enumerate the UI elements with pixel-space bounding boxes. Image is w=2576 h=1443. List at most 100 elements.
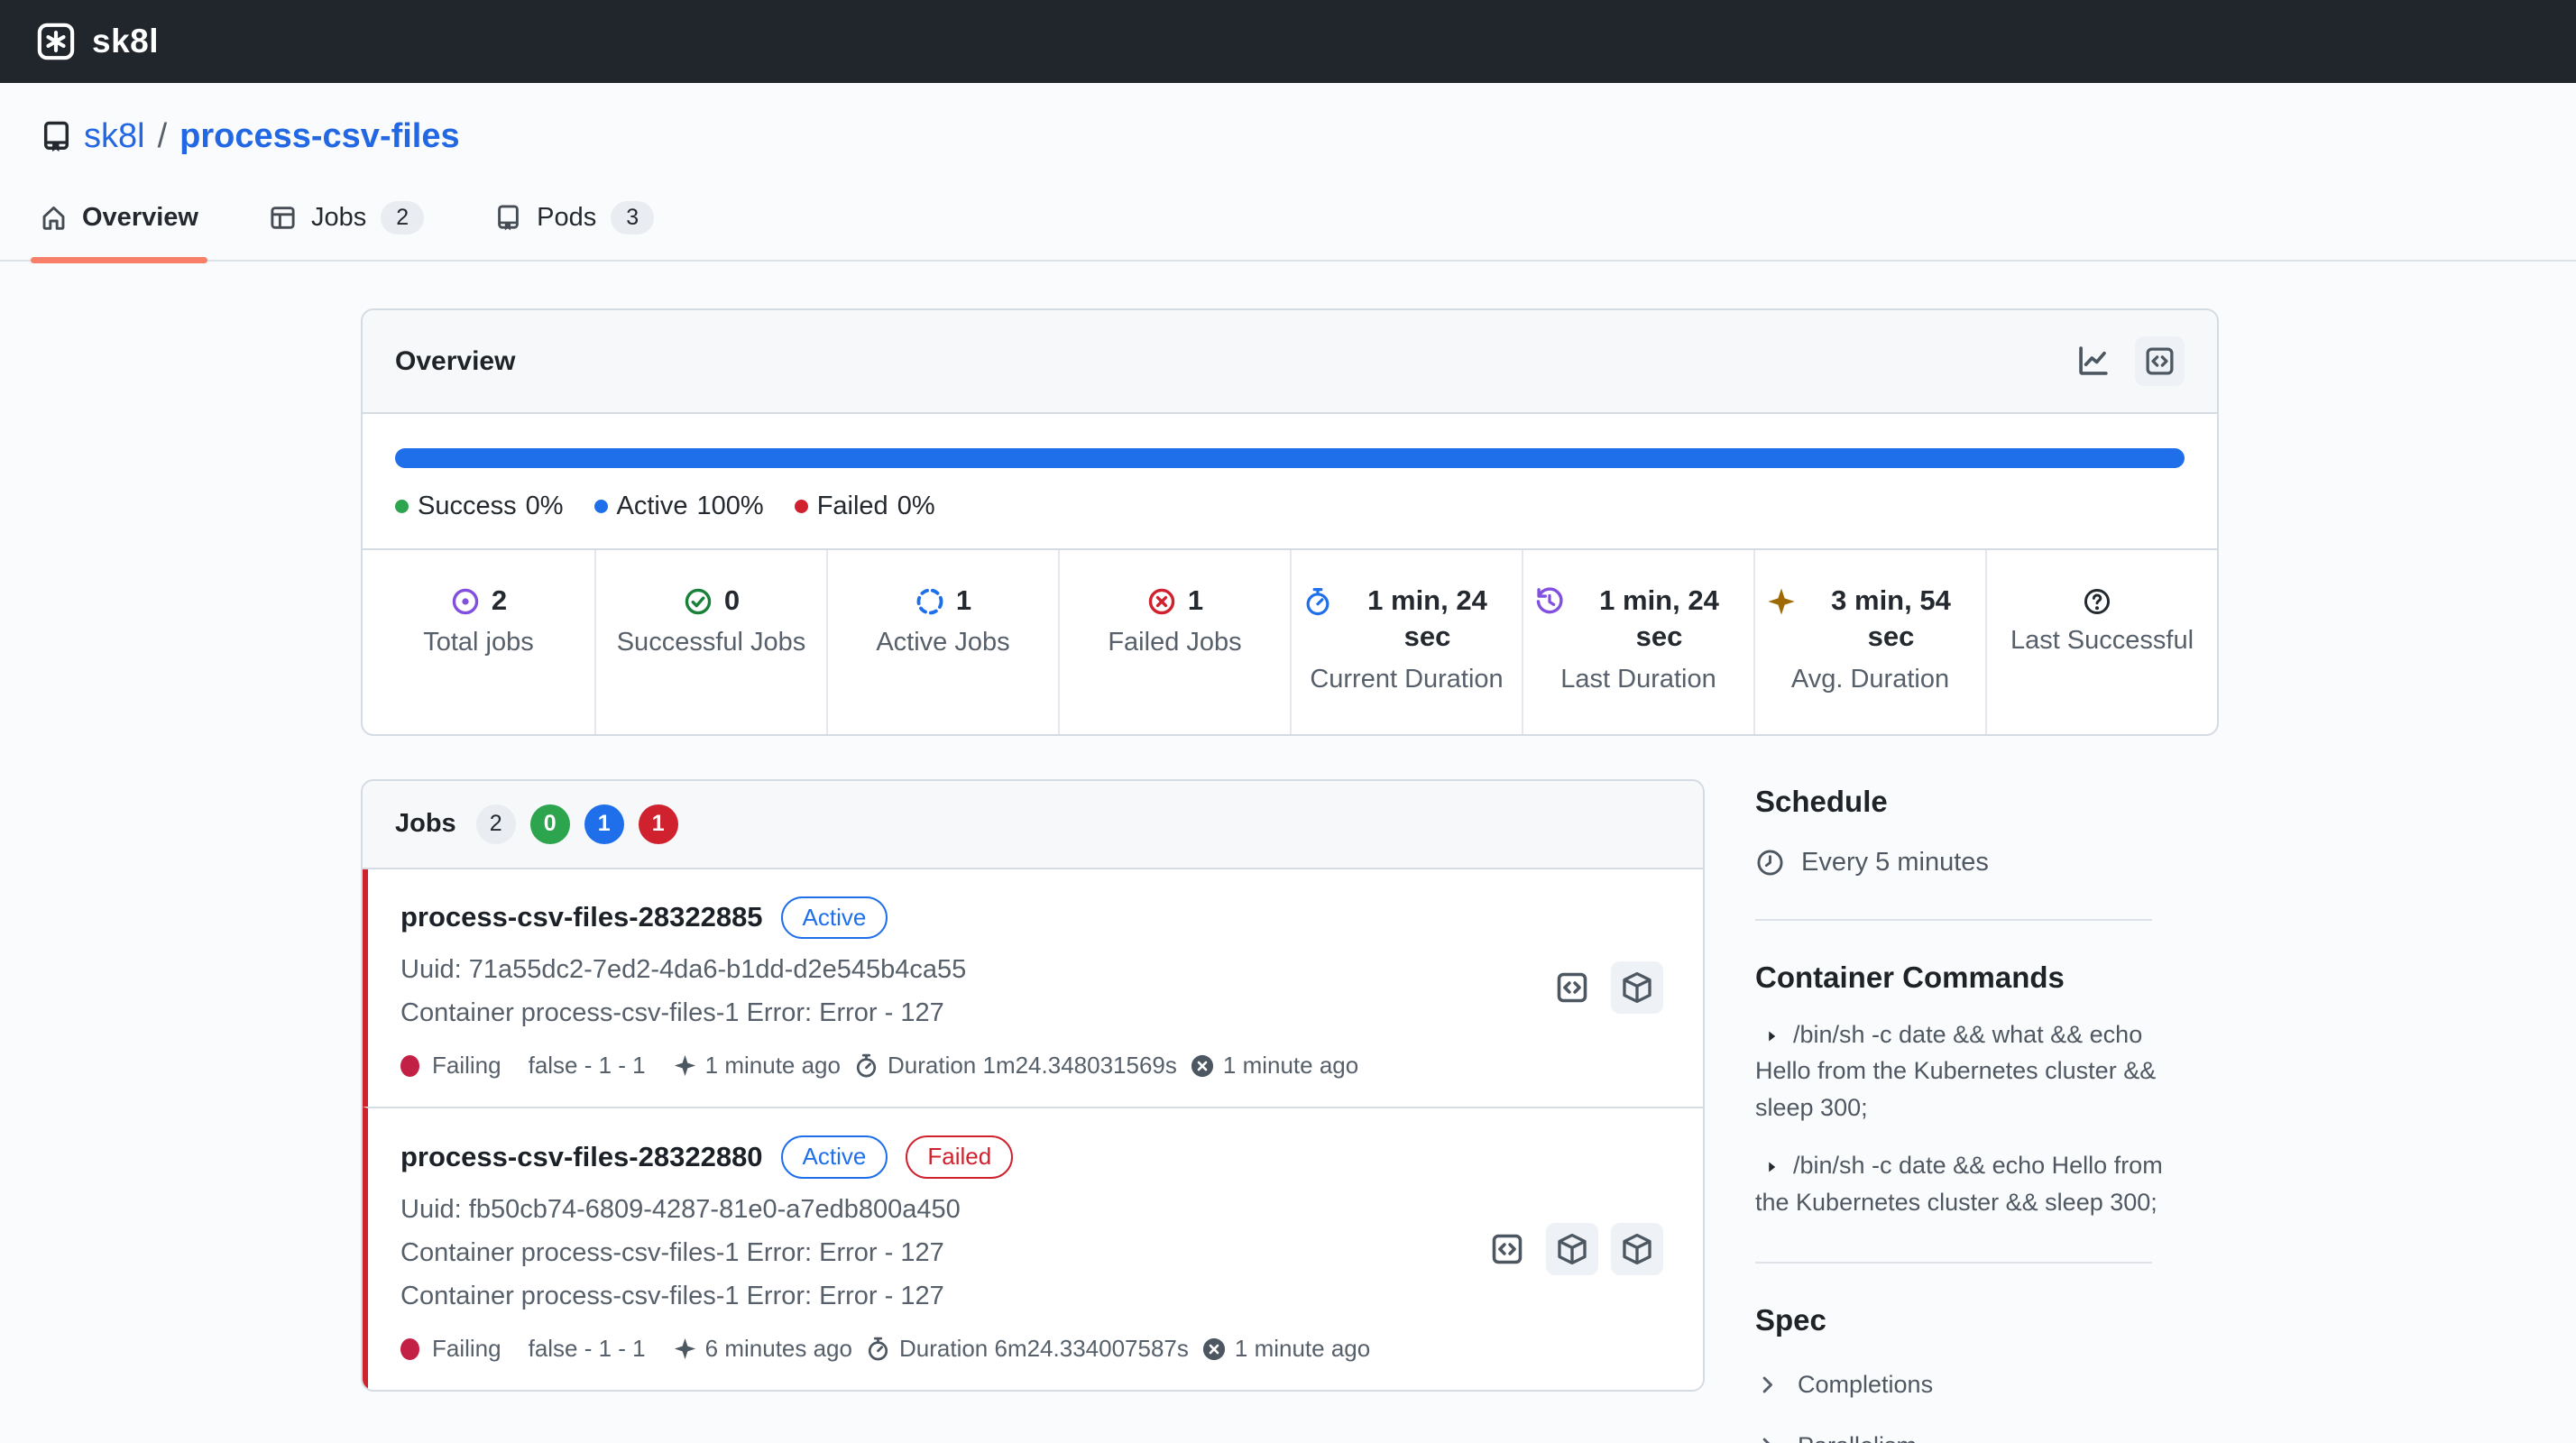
container-icon <box>1620 1232 1654 1266</box>
schedule-value-row: Every 5 minutes <box>1755 848 2219 878</box>
repo-icon <box>40 120 73 153</box>
sparkle-icon <box>673 1337 697 1361</box>
job-status-row: Failing false - 1 - 1 1 minute ago Durat… <box>400 1052 1504 1080</box>
container-command[interactable]: /bin/sh -c date && what && echo Hello fr… <box>1755 1016 2170 1126</box>
container-command-text: /bin/sh -c date && what && echo Hello fr… <box>1755 1021 2156 1121</box>
stat-active-jobs: 1 Active Jobs <box>826 550 1058 734</box>
legend-failed-label: Failed <box>817 492 888 521</box>
job-status-row: Failing false - 1 - 1 6 minutes ago Dura… <box>400 1335 1504 1363</box>
spec-heading: Spec <box>1755 1303 2219 1337</box>
spec-item-parallelism[interactable]: Parallelism <box>1755 1432 2219 1443</box>
job-container-button[interactable] <box>1611 1223 1663 1275</box>
overview-card-title: Overview <box>395 346 515 377</box>
job-container-button[interactable] <box>1611 961 1663 1014</box>
success-dot-icon <box>395 500 409 513</box>
job-failed-time: 1 minute ago <box>1201 1335 1370 1363</box>
job-status-text: Failing <box>432 1052 501 1080</box>
job-container-button[interactable] <box>1546 1223 1598 1275</box>
sparkle-icon <box>1766 583 1797 617</box>
stat-failed-jobs-label: Failed Jobs <box>1071 628 1279 657</box>
table-icon <box>269 204 297 232</box>
main-content: Overview Success 0% <box>361 308 2219 1443</box>
stat-avg-duration-value: 3 min, 54 sec <box>1808 583 1974 656</box>
stopwatch-icon <box>853 1052 879 1079</box>
x-circle-fill-icon <box>1201 1337 1227 1362</box>
overview-card-header: Overview <box>363 310 2217 414</box>
job-name[interactable]: process-csv-files-28322885 <box>400 901 763 933</box>
stat-failed-jobs-value: 1 <box>1188 583 1203 619</box>
container-command[interactable]: /bin/sh -c date && echo Hello from the K… <box>1755 1147 2170 1220</box>
job-status-badge-active: Active <box>781 1135 888 1179</box>
spec-item-label: Parallelism <box>1798 1432 1917 1443</box>
stat-last-successful-label: Last Successful <box>1998 626 2206 656</box>
legend-active: Active 100% <box>594 492 764 521</box>
schedule-value: Every 5 minutes <box>1801 848 1989 878</box>
job-started-ago: 6 minutes ago <box>705 1335 852 1363</box>
job-actions <box>1481 1223 1663 1275</box>
jobs-failed-badge: 1 <box>639 804 678 844</box>
sidebar-divider <box>1755 919 2152 921</box>
code-square-icon <box>1490 1232 1524 1266</box>
container-command-text: /bin/sh -c date && echo Hello from the K… <box>1755 1152 2163 1216</box>
jobs-total-badge: 2 <box>476 804 516 844</box>
job-status-text: Failing <box>432 1335 501 1363</box>
top-navbar: sk8l <box>0 0 2576 83</box>
job-container-error: Container process-csv-files-1 Error: Err… <box>400 998 1504 1028</box>
jobs-card-title: Jobs <box>395 809 456 839</box>
tab-pods-label: Pods <box>537 203 596 233</box>
job-actions <box>1546 961 1663 1014</box>
tab-bar: Overview Jobs 2 Pods 3 <box>0 198 2576 262</box>
stat-avg-duration: 3 min, 54 sec Avg. Duration <box>1753 550 1985 734</box>
breadcrumb-namespace-link[interactable]: sk8l <box>84 117 145 156</box>
brand-name[interactable]: sk8l <box>92 23 159 60</box>
job-status-badge-active: Active <box>781 896 888 940</box>
job-container-error: Container process-csv-files-1 Error: Err… <box>400 1238 1504 1268</box>
legend-active-label: Active <box>617 492 688 521</box>
code-square-icon <box>2144 345 2176 377</box>
stat-successful-jobs: 0 Successful Jobs <box>594 550 826 734</box>
job-list-item[interactable]: process-csv-files-28322880 Active Failed… <box>363 1107 1703 1390</box>
stat-last-successful: Last Successful <box>1985 550 2217 734</box>
overview-stats-row: 2 Total jobs 0 Successful Jobs 1 Active … <box>363 548 2217 734</box>
stat-avg-duration-label: Avg. Duration <box>1766 665 1974 694</box>
job-duration-value: Duration 6m24.334007587s <box>899 1335 1189 1363</box>
stat-active-jobs-value: 1 <box>956 583 971 619</box>
circle-dot-icon <box>450 583 481 617</box>
container-icon <box>1555 1232 1589 1266</box>
job-started: 6 minutes ago <box>673 1335 852 1363</box>
failing-dot-icon <box>400 1055 419 1077</box>
jobs-success-badge: 0 <box>530 804 570 844</box>
tab-jobs[interactable]: Jobs 2 <box>265 198 428 260</box>
job-duration: Duration 6m24.334007587s <box>865 1335 1189 1363</box>
job-list-item[interactable]: process-csv-files-28322885 Active Uuid: … <box>363 869 1703 1108</box>
tab-overview[interactable]: Overview <box>36 198 202 260</box>
legend-failed-value: 0% <box>897 492 935 521</box>
job-name[interactable]: process-csv-files-28322880 <box>400 1141 763 1173</box>
tab-jobs-label: Jobs <box>311 203 366 233</box>
graph-view-button[interactable] <box>2067 335 2119 387</box>
job-yaml-button[interactable] <box>1481 1223 1533 1275</box>
job-status-badge-failed: Failed <box>906 1135 1013 1179</box>
job-yaml-button[interactable] <box>1546 961 1598 1014</box>
spec-item-completions[interactable]: Completions <box>1755 1371 2219 1399</box>
yaml-view-button[interactable] <box>2135 336 2185 386</box>
stopwatch-icon <box>865 1336 891 1362</box>
breadcrumb-cronjob-link[interactable]: process-csv-files <box>179 117 460 156</box>
stat-current-duration-value: 1 min, 24 sec <box>1344 583 1511 656</box>
failing-dot-icon <box>400 1338 419 1360</box>
chevron-right-icon <box>1755 1434 1780 1443</box>
container-commands-heading: Container Commands <box>1755 960 2219 995</box>
x-circle-fill-icon <box>1190 1053 1215 1079</box>
sk8l-logo-icon[interactable] <box>36 22 76 61</box>
tab-jobs-count-badge: 2 <box>381 201 424 234</box>
stat-active-jobs-label: Active Jobs <box>839 628 1047 657</box>
stat-failed-jobs: 1 Failed Jobs <box>1058 550 1290 734</box>
check-circle-icon <box>683 583 713 617</box>
overview-card-body: Success 0% Active 100% Failed 0% <box>363 414 2217 548</box>
breadcrumb: sk8l / process-csv-files <box>40 117 2576 156</box>
tab-pods[interactable]: Pods 3 <box>491 198 658 260</box>
overview-card: Overview Success 0% <box>361 308 2219 736</box>
question-circle-icon <box>2082 583 2112 617</box>
job-duration-value: Duration 1m24.348031569s <box>888 1052 1177 1080</box>
job-uuid: Uuid: fb50cb74-6809-4287-81e0-a7edb800a4… <box>400 1195 1504 1225</box>
